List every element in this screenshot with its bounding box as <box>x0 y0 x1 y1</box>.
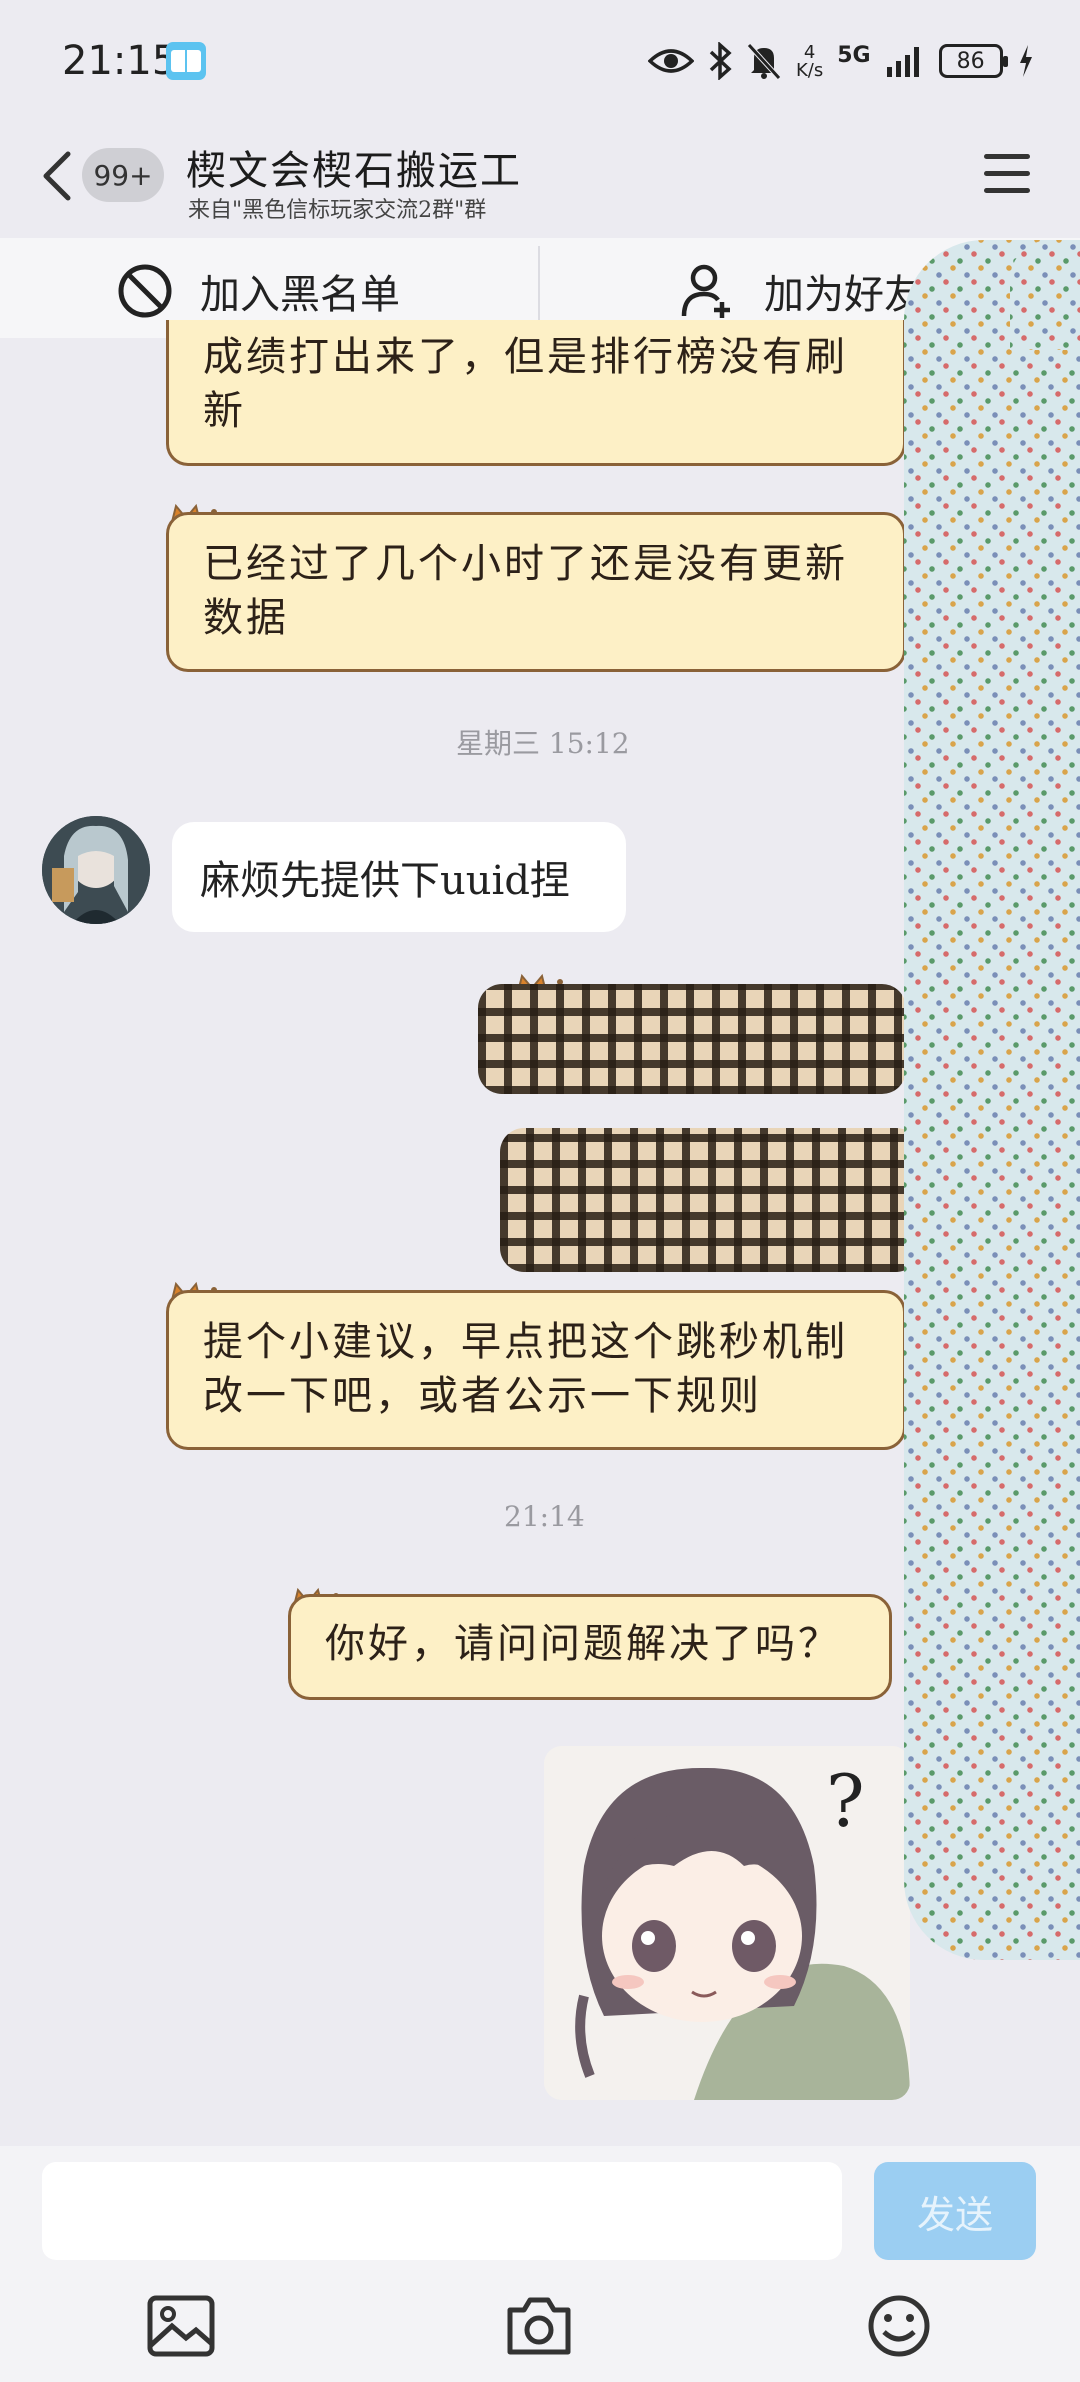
avatar[interactable] <box>42 816 150 924</box>
battery-indicator: 86 <box>938 44 1008 78</box>
message-text: 提个小建议，早点把这个跳秒机制改一下吧，或者公示一下规则 <box>203 1319 848 1419</box>
back-arrow-icon[interactable] <box>38 146 78 206</box>
network-type: 5G <box>837 42 871 68</box>
privacy-overlay <box>1010 240 1080 350</box>
battery-level: 86 <box>956 48 985 74</box>
net-speed: 4 K/s <box>796 44 823 80</box>
charging-icon <box>1019 45 1032 77</box>
menu-icon[interactable] <box>984 154 1030 194</box>
emoji-icon[interactable] <box>864 2294 934 2358</box>
add-person-icon <box>681 264 730 318</box>
block-button[interactable]: 加入黑名单 <box>116 256 400 326</box>
message-text: 麻烦先提供下uuid捏 <box>200 858 570 904</box>
block-icon <box>118 264 172 318</box>
timestamp: 21:14 <box>504 1500 585 1533</box>
privacy-overlay <box>904 240 1080 1960</box>
eye-icon <box>648 49 694 73</box>
redacted-message <box>478 984 906 1094</box>
signal-icon <box>886 47 919 77</box>
add-friend-label: 加为好友 <box>764 272 924 318</box>
avatar-image <box>42 816 150 924</box>
send-button[interactable]: 发送 <box>874 2162 1036 2260</box>
block-label: 加入黑名单 <box>200 272 400 318</box>
action-divider <box>538 246 540 330</box>
message-bubble-mine[interactable]: 提个小建议，早点把这个跳秒机制改一下吧，或者公示一下规则 <box>166 1290 906 1450</box>
message-text: 你好，请问问题解决了吗？ <box>325 1621 841 1667</box>
message-text: 成绩打出来了，但是排行榜没有刷新 <box>203 334 848 434</box>
image-icon[interactable] <box>146 2294 216 2358</box>
add-friend-button[interactable]: 加为好友 <box>680 256 924 326</box>
unread-badge[interactable]: 99+ <box>82 148 164 202</box>
anime-girl-sticker: ? <box>544 1746 910 2100</box>
message-bubble-mine[interactable]: 已经过了几个小时了还是没有更新数据 <box>166 512 906 672</box>
sticker-image[interactable]: ? <box>544 1746 910 2100</box>
redacted-message <box>500 1128 920 1272</box>
message-bubble-theirs[interactable]: 麻烦先提供下uuid捏 <box>172 822 626 932</box>
message-bubble-mine[interactable]: 你好，请问问题解决了吗？ <box>288 1594 892 1700</box>
timestamp: 星期三 15:12 <box>456 727 630 760</box>
page-title: 楔文会楔石搬运工 <box>186 148 522 194</box>
mute-bell-icon <box>747 43 781 80</box>
net-speed-unit: K/s <box>796 60 824 81</box>
message-text: 已经过了几个小时了还是没有更新数据 <box>203 541 848 641</box>
camera-icon[interactable] <box>504 2294 574 2358</box>
message-input[interactable] <box>42 2162 842 2260</box>
status-icons: 4 K/s 5G 86 <box>648 36 1035 86</box>
page-subtitle: 来自"黑色信标玩家交流2群"群 <box>188 198 487 223</box>
bluetooth-icon <box>709 42 732 80</box>
message-bubble-mine[interactable]: 成绩打出来了，但是排行榜没有刷新 <box>166 320 906 466</box>
svg-text:?: ? <box>826 1759 865 1843</box>
status-time: 21:15 <box>62 38 178 84</box>
reader-app-icon <box>166 42 206 80</box>
